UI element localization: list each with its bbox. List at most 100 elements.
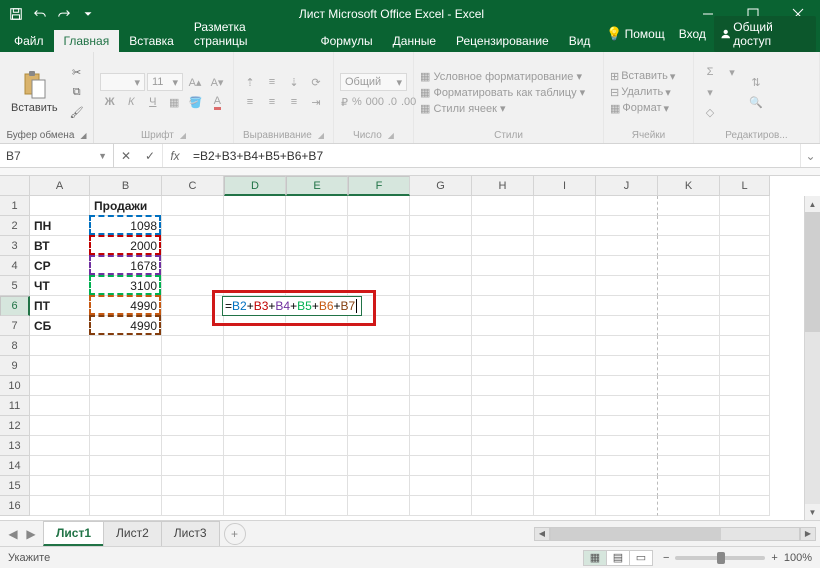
cell-E13[interactable] [286, 436, 348, 456]
cell-G1[interactable] [410, 196, 472, 216]
view-normal-icon[interactable]: ▦ [583, 550, 607, 566]
cell-F9[interactable] [348, 356, 410, 376]
cut-icon[interactable]: ✂ [67, 63, 87, 81]
cell-J2[interactable] [596, 216, 658, 236]
cell-K8[interactable] [658, 336, 720, 356]
qat-customize-icon[interactable] [78, 4, 98, 24]
cell-A16[interactable] [30, 496, 90, 516]
cell-F16[interactable] [348, 496, 410, 516]
cell-H9[interactable] [472, 356, 534, 376]
font-name-select[interactable]: ▾ [100, 73, 145, 91]
cell-E14[interactable] [286, 456, 348, 476]
sign-in-button[interactable]: Вход [673, 23, 712, 45]
cell-J9[interactable] [596, 356, 658, 376]
cell-I16[interactable] [534, 496, 596, 516]
tab-page-layout[interactable]: Разметка страницы [184, 16, 311, 52]
cell-C5[interactable] [162, 276, 224, 296]
scroll-up-icon[interactable]: ▲ [805, 196, 820, 212]
conditional-formatting-button[interactable]: ▦ Условное форматирование ▾ [420, 70, 582, 83]
col-header-H[interactable]: H [472, 176, 534, 196]
row-header-6[interactable]: 6 [0, 296, 30, 316]
cell-C2[interactable] [162, 216, 224, 236]
cell-E16[interactable] [286, 496, 348, 516]
cell-A6[interactable]: ПТ [30, 296, 90, 316]
scroll-left-icon[interactable]: ◀ [534, 527, 550, 541]
cell-K12[interactable] [658, 416, 720, 436]
decrease-font-icon[interactable]: A▾ [207, 73, 227, 91]
row-header-3[interactable]: 3 [0, 236, 30, 256]
cell-L1[interactable] [720, 196, 770, 216]
cell-E15[interactable] [286, 476, 348, 496]
cell-A2[interactable]: ПН [30, 216, 90, 236]
cell-F15[interactable] [348, 476, 410, 496]
bold-icon[interactable]: Ж [100, 93, 120, 111]
cell-E4[interactable] [286, 256, 348, 276]
cell-I8[interactable] [534, 336, 596, 356]
cell-L13[interactable] [720, 436, 770, 456]
cell-C12[interactable] [162, 416, 224, 436]
align-bottom-icon[interactable]: ⇣ [284, 73, 304, 91]
cell-J11[interactable] [596, 396, 658, 416]
cell-G9[interactable] [410, 356, 472, 376]
col-header-A[interactable]: A [30, 176, 90, 196]
cell-J6[interactable] [596, 296, 658, 316]
redo-icon[interactable] [54, 4, 74, 24]
row-header-16[interactable]: 16 [0, 496, 30, 516]
cell-B16[interactable] [90, 496, 162, 516]
cell-C9[interactable] [162, 356, 224, 376]
col-header-F[interactable]: F [348, 176, 410, 196]
col-header-I[interactable]: I [534, 176, 596, 196]
formula-input[interactable]: =B2+B3+B4+B5+B6+B7 [187, 144, 800, 167]
cell-L8[interactable] [720, 336, 770, 356]
cell-A5[interactable]: ЧТ [30, 276, 90, 296]
select-all-corner[interactable] [0, 176, 30, 196]
col-header-E[interactable]: E [286, 176, 348, 196]
cell-L15[interactable] [720, 476, 770, 496]
cell-D16[interactable] [224, 496, 286, 516]
cell-G5[interactable] [410, 276, 472, 296]
currency-icon[interactable]: ₽ [340, 93, 349, 111]
row-header-2[interactable]: 2 [0, 216, 30, 236]
find-select-icon[interactable]: 🔍 [746, 93, 766, 111]
align-center-icon[interactable]: ≡ [262, 93, 282, 111]
col-header-J[interactable]: J [596, 176, 658, 196]
cell-D8[interactable] [224, 336, 286, 356]
cell-H6[interactable] [472, 296, 534, 316]
col-header-B[interactable]: B [90, 176, 162, 196]
cell-G2[interactable] [410, 216, 472, 236]
tab-formulas[interactable]: Формулы [310, 30, 382, 52]
cell-A8[interactable] [30, 336, 90, 356]
cell-K3[interactable] [658, 236, 720, 256]
col-header-K[interactable]: K [658, 176, 720, 196]
cell-F14[interactable] [348, 456, 410, 476]
cell-G15[interactable] [410, 476, 472, 496]
share-button[interactable]: Общий доступ [714, 16, 816, 52]
cell-B15[interactable] [90, 476, 162, 496]
insert-cells-button[interactable]: ⊞ Вставить ▾ [610, 70, 687, 83]
col-header-D[interactable]: D [224, 176, 286, 196]
spreadsheet-grid[interactable]: ABCDEFGHIJKL 1Продажи2ПН10983ВТ20004СР16… [0, 176, 820, 520]
cell-G11[interactable] [410, 396, 472, 416]
cell-B10[interactable] [90, 376, 162, 396]
cell-C15[interactable] [162, 476, 224, 496]
cell-A1[interactable] [30, 196, 90, 216]
cell-E8[interactable] [286, 336, 348, 356]
cell-J10[interactable] [596, 376, 658, 396]
percent-icon[interactable]: % [351, 93, 363, 111]
cell-C16[interactable] [162, 496, 224, 516]
cell-D12[interactable] [224, 416, 286, 436]
cell-L16[interactable] [720, 496, 770, 516]
cell-F7[interactable] [348, 316, 410, 336]
undo-icon[interactable] [30, 4, 50, 24]
cell-C10[interactable] [162, 376, 224, 396]
cell-K1[interactable] [658, 196, 720, 216]
cell-J1[interactable] [596, 196, 658, 216]
font-size-select[interactable]: 11▾ [147, 73, 183, 91]
align-right-icon[interactable]: ≡ [284, 93, 304, 111]
tab-review[interactable]: Рецензирование [446, 30, 559, 52]
cell-B12[interactable] [90, 416, 162, 436]
cell-H13[interactable] [472, 436, 534, 456]
cell-L7[interactable] [720, 316, 770, 336]
increase-font-icon[interactable]: A▴ [185, 73, 205, 91]
cell-C13[interactable] [162, 436, 224, 456]
